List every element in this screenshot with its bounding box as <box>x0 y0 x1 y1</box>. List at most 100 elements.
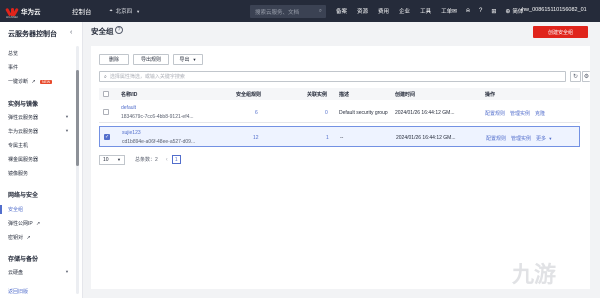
external-link-icon: ↗ <box>36 221 41 227</box>
column-instances: 关联实例 <box>307 92 328 98</box>
globe-icon[interactable]: ⊕ <box>505 8 510 15</box>
create-security-group-button[interactable]: 创建安全组 <box>533 26 588 38</box>
location-icon: ⌖ <box>109 7 113 14</box>
configure-rules-link[interactable]: 配置规则 <box>485 110 505 117</box>
manage-instances-link[interactable]: 管理实例 <box>511 135 531 142</box>
nav-tools[interactable]: 工具 <box>420 7 431 15</box>
table-row[interactable]: ✓ sujie123 cd1b894e-a06f-48ee-a527-d09..… <box>99 126 580 147</box>
nav-billing[interactable]: 费用 <box>378 7 389 15</box>
column-created: 创建时间 <box>395 92 416 98</box>
total-count: 总条数：2 <box>135 157 158 163</box>
bell-icon[interactable]: ⍾ <box>466 8 470 15</box>
sidebar-item-label: 弹性公网IP <box>8 221 33 227</box>
nav-icp[interactable]: 备案 <box>336 7 347 15</box>
instances-count-link[interactable]: 0 <box>325 110 328 116</box>
brand-logo[interactable]: 华为云 HUAWEI <box>0 0 70 22</box>
chevron-down-icon[interactable]: ▼ <box>65 114 69 119</box>
current-page-button[interactable]: 1 <box>171 155 181 164</box>
nav-resources[interactable]: 资源 <box>357 7 368 15</box>
created-time: 2024/01/26 16:44:12 GM... <box>396 135 456 141</box>
pagination: 10 ▼ 总条数：2 ‹ 1 <box>99 154 181 165</box>
watermark-text: 九游 <box>512 263 557 288</box>
nav-enterprise[interactable]: 企业 <box>399 7 410 15</box>
region-label: 北京四 <box>115 9 133 15</box>
brand-subtitle: HUAWEI <box>6 15 18 19</box>
created-time: 2024/01/26 16:44:12 GM... <box>395 110 455 116</box>
sidebar-scrollbar-thumb[interactable] <box>76 70 79 166</box>
table-row[interactable]: default 1834679c-7cc6-4bb8-9121-ef4... 6… <box>99 102 580 123</box>
user-account-menu[interactable]: hw_008615110156082_01 <box>522 7 587 13</box>
help-circle-icon[interactable]: ? <box>115 26 123 34</box>
external-link-icon: ↗ <box>31 79 36 85</box>
top-menu: 备案 资源 费用 企业 工具 工单 <box>336 0 462 22</box>
sidebar-item-label: 一键诊断 <box>8 79 29 85</box>
row-checkbox[interactable] <box>103 109 109 115</box>
chevron-down-icon[interactable]: ▼ <box>65 128 69 133</box>
sidebar-item-diagnosis[interactable]: 一键诊断 ↗ NEW <box>8 78 53 85</box>
sidebar-item-image-service[interactable]: 镜像服务 <box>8 170 28 177</box>
page-size-select[interactable]: 10 ▼ <box>99 154 125 165</box>
cart-icon[interactable]: ⊞ <box>491 8 496 15</box>
page-title: 安全组 <box>91 27 114 36</box>
chevron-down-icon: ▼ <box>117 157 121 162</box>
sidebar-item-huawei-cloud-server[interactable]: 华为云服务器 <box>8 128 38 135</box>
sidebar-item-ecs[interactable]: 弹性云服务器 <box>8 114 38 121</box>
external-link-icon: ↗ <box>26 235 31 241</box>
console-link[interactable]: 控制台 <box>72 6 92 16</box>
filter-search-input[interactable]: ⌕ 选择属性筛选，或输入关键字搜索 <box>99 71 566 82</box>
sidebar-item-dedicated-host[interactable]: 专属主机 <box>8 142 28 149</box>
column-description: 描述 <box>339 92 350 98</box>
sidebar-group-instances: 实例与镜像 <box>8 102 39 108</box>
active-indicator <box>0 205 2 214</box>
clone-link[interactable]: 克隆 <box>535 110 545 117</box>
sidebar-group-network: 网络与安全 <box>8 193 39 199</box>
sidebar-item-evs[interactable]: 云硬盘 <box>8 269 23 276</box>
brand-name: 华为云 <box>21 9 41 16</box>
chevron-down-icon[interactable]: ▼ <box>65 269 69 274</box>
security-group-name-link[interactable]: sujie123 <box>122 130 141 136</box>
sidebar-item-keypair[interactable]: 密钥对 ↗ <box>8 234 31 241</box>
export-rules-button[interactable]: 导出规则 <box>133 54 169 65</box>
prev-page-icon[interactable]: ‹ <box>166 157 168 163</box>
manage-instances-link[interactable]: 管理实例 <box>510 110 530 117</box>
sidebar-item-overview[interactable]: 总览 <box>8 50 18 57</box>
collapse-icon[interactable]: ‹ <box>70 29 72 36</box>
new-badge: NEW <box>40 80 53 84</box>
chevron-down-icon: ▼ <box>136 8 141 14</box>
return-old-version-link[interactable]: 返回旧版 <box>8 288 28 295</box>
table-header: 名称/ID 安全组规则 关联实例 描述 创建时间 操作 <box>99 88 580 100</box>
row-checkbox-checked[interactable]: ✓ <box>104 134 110 140</box>
rules-count-link[interactable]: 6 <box>255 110 258 116</box>
region-selector[interactable]: ⌖ 北京四 ▼ <box>104 5 147 18</box>
nav-tickets[interactable]: 工单 <box>441 7 452 15</box>
page-size-value: 10 <box>103 156 109 163</box>
more-actions-dropdown[interactable]: 更多 ▼ <box>536 135 552 142</box>
sidebar-item-security-group[interactable]: 安全组 <box>8 206 23 213</box>
more-label: 更多 <box>536 136 547 142</box>
top-icons: ✉ ⍾ ? ⊞ ⊕ 简体 <box>452 0 532 22</box>
security-group-id: cd1b894e-a06f-48ee-a527-d09... <box>122 139 196 145</box>
settings-icon[interactable]: ⚙ <box>582 71 590 82</box>
instances-count-link[interactable]: 1 <box>326 135 329 141</box>
description-text: Default security group <box>339 110 388 116</box>
delete-button[interactable]: 删除 <box>99 54 129 65</box>
sidebar-item-eip[interactable]: 弹性公网IP ↗ <box>8 220 40 227</box>
mail-icon[interactable]: ✉ <box>452 8 457 15</box>
sidebar-item-bare-metal[interactable]: 裸金属服务器 <box>8 156 38 163</box>
export-dropdown-button[interactable]: 导出 ▼ <box>173 54 203 65</box>
sidebar-item-events[interactable]: 事件 <box>8 64 18 71</box>
rules-count-link[interactable]: 12 <box>253 135 259 141</box>
global-search-input[interactable]: 搜索云服务、文档 ⌕ <box>250 5 326 18</box>
search-placeholder: 搜索云服务、文档 <box>255 9 300 16</box>
column-actions: 操作 <box>485 92 496 98</box>
refresh-icon[interactable]: ↻ <box>570 71 581 82</box>
configure-rules-link[interactable]: 配置规则 <box>486 135 506 142</box>
sidebar-title: 云服务器控制台 <box>8 31 57 38</box>
column-name-id: 名称/ID <box>121 92 138 98</box>
description-text: -- <box>340 135 344 141</box>
select-all-checkbox[interactable] <box>103 91 109 97</box>
security-group-name-link[interactable]: default <box>121 105 136 111</box>
help-icon[interactable]: ? <box>479 8 482 14</box>
filter-placeholder: 选择属性筛选，或输入关键字搜索 <box>109 74 185 80</box>
column-rules: 安全组规则 <box>236 92 262 98</box>
